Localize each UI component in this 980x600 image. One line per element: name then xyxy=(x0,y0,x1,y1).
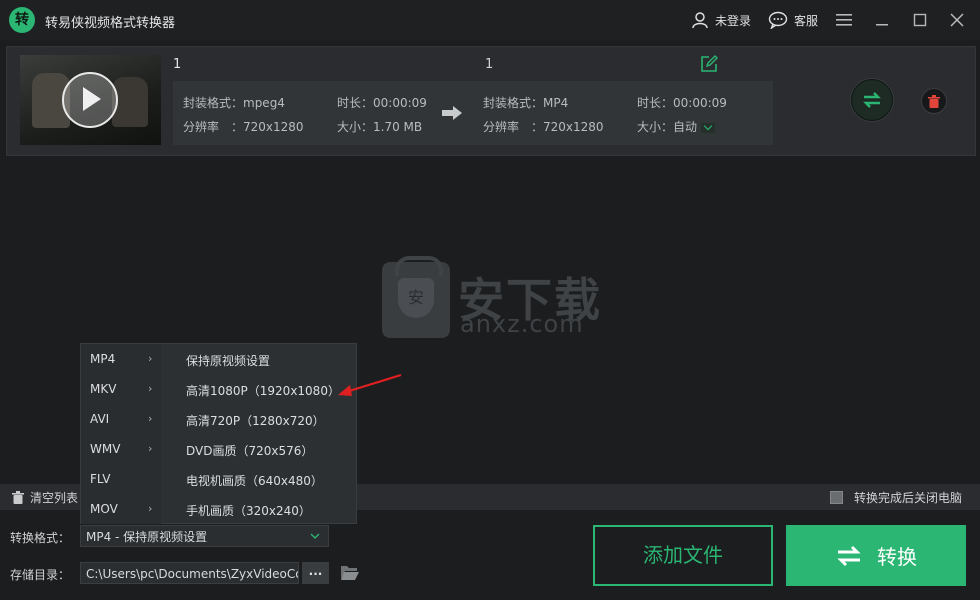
target-size: 大小：自动 xyxy=(637,120,698,134)
format-menu-item-wmv[interactable]: WMV › DVD画质（720x576） xyxy=(81,434,357,464)
shutdown-checkbox[interactable] xyxy=(830,490,843,504)
maximize-button[interactable] xyxy=(908,8,932,32)
app-title: 转易侠视频格式转换器 xyxy=(45,16,176,31)
clear-list-button[interactable]: 清空列表 xyxy=(12,488,78,506)
target-size-select[interactable]: 大小：自动 xyxy=(637,118,716,135)
app-logo-icon: 转 xyxy=(9,7,35,33)
format-name: MKV xyxy=(90,382,117,396)
output-dir-label: 存储目录： xyxy=(10,568,71,582)
quality-option[interactable]: 高清1080P（1920x1080） xyxy=(186,382,340,399)
quality-option[interactable]: 电视机画质（640x480） xyxy=(186,472,323,489)
file-info-panel: 封装格式：mpeg4 时长：00:00:09 分辨率 ：720x1280 大小：… xyxy=(173,81,773,145)
output-file-name[interactable]: 1 xyxy=(485,57,493,72)
target-format: 封装格式：MP4 xyxy=(483,96,569,110)
close-icon xyxy=(950,13,964,27)
delete-button[interactable] xyxy=(921,88,947,114)
format-select-value: MP4 - 保持原视频设置 xyxy=(86,530,208,544)
quality-option[interactable]: 保持原视频设置 xyxy=(186,352,270,369)
chevron-right-icon: › xyxy=(148,412,153,425)
target-duration: 时长：00:00:09 xyxy=(637,96,727,110)
file-list-item[interactable]: 1 1 封装格式：mpeg4 时长：00:00:09 分辨率 ：720x1280… xyxy=(6,46,976,156)
user-icon xyxy=(692,12,708,29)
trash-icon xyxy=(12,490,24,504)
chevron-right-icon: › xyxy=(148,352,153,365)
menu-button[interactable] xyxy=(832,8,856,32)
format-name: WMV xyxy=(90,442,121,456)
source-resolution: 分辨率 ：720x1280 xyxy=(183,120,304,134)
source-format: 封装格式：mpeg4 xyxy=(183,96,285,110)
quality-option[interactable]: 手机画质（320x240） xyxy=(186,502,311,519)
arrow-right-icon xyxy=(442,106,462,120)
edit-name-icon[interactable] xyxy=(700,55,718,73)
chevron-right-icon: › xyxy=(148,502,153,515)
browse-dir-button[interactable]: ... xyxy=(302,562,329,584)
login-button[interactable]: 未登录 xyxy=(691,9,751,31)
play-icon[interactable] xyxy=(62,72,118,128)
format-label: 转换格式： xyxy=(10,531,71,545)
chat-bubble-icon xyxy=(768,11,788,29)
chevron-down-icon xyxy=(310,533,320,539)
clear-list-label: 清空列表 xyxy=(30,490,79,505)
shutdown-after-convert-option[interactable]: 转换完成后关闭电脑 xyxy=(830,489,962,505)
format-name: AVI xyxy=(90,412,110,426)
convert-button[interactable]: 转换 xyxy=(786,525,966,586)
convert-arrows-icon xyxy=(863,92,881,108)
trash-icon xyxy=(928,94,940,108)
watermark-url: anxz.com xyxy=(460,310,584,338)
chevron-right-icon: › xyxy=(148,382,153,395)
quality-option[interactable]: 高清720P（1280x720） xyxy=(186,412,325,429)
customer-service-button[interactable]: 客服 xyxy=(768,9,818,31)
maximize-icon xyxy=(913,13,927,27)
format-menu-item-flv[interactable]: FLV 电视机画质（640x480） xyxy=(81,464,357,494)
format-select[interactable]: MP4 - 保持原视频设置 xyxy=(80,525,329,547)
close-button[interactable] xyxy=(945,8,969,32)
format-menu-item-mkv[interactable]: MKV › 高清1080P（1920x1080） xyxy=(81,374,357,404)
customer-service-label: 客服 xyxy=(794,13,819,28)
source-file-name: 1 xyxy=(173,57,182,72)
add-file-button[interactable]: 添加文件 xyxy=(593,525,773,586)
output-dir-field[interactable]: C:\Users\pc\Documents\ZyxVideoConverter xyxy=(80,562,299,584)
format-dropdown-menu: MP4 › 保持原视频设置 MKV › 高清1080P（1920x1080） A… xyxy=(80,343,357,524)
format-name: MOV xyxy=(90,502,118,516)
format-name: FLV xyxy=(90,472,111,486)
source-duration: 时长：00:00:09 xyxy=(337,96,427,110)
login-status-label: 未登录 xyxy=(715,13,752,28)
format-menu-item-mp4[interactable]: MP4 › 保持原视频设置 xyxy=(81,344,357,374)
target-resolution: 分辨率 ：720x1280 xyxy=(483,120,604,134)
video-thumbnail[interactable] xyxy=(20,55,161,145)
convert-arrows-icon xyxy=(837,545,861,566)
format-menu-item-mov[interactable]: MOV › 手机画质（320x240） xyxy=(81,494,357,524)
minimize-icon xyxy=(876,24,888,26)
watermark-shield-icon: 安 xyxy=(398,278,434,318)
source-size: 大小：1.70 MB xyxy=(337,120,423,134)
format-name: MP4 xyxy=(90,352,116,366)
minimize-button[interactable] xyxy=(870,8,894,32)
convert-single-button[interactable] xyxy=(851,79,893,121)
convert-button-label: 转换 xyxy=(877,545,917,569)
annotation-arrow-icon xyxy=(338,373,402,396)
quality-option[interactable]: DVD画质（720x576） xyxy=(186,442,313,459)
chevron-right-icon: › xyxy=(148,442,153,455)
format-menu-item-avi[interactable]: AVI › 高清720P（1280x720） xyxy=(81,404,357,434)
chevron-down-icon xyxy=(701,122,716,133)
title-bar: 转 转易侠视频格式转换器 未登录 客服 xyxy=(0,0,980,40)
hamburger-menu-icon xyxy=(836,14,852,26)
shutdown-label: 转换完成后关闭电脑 xyxy=(854,490,963,505)
open-folder-icon[interactable] xyxy=(340,564,360,581)
